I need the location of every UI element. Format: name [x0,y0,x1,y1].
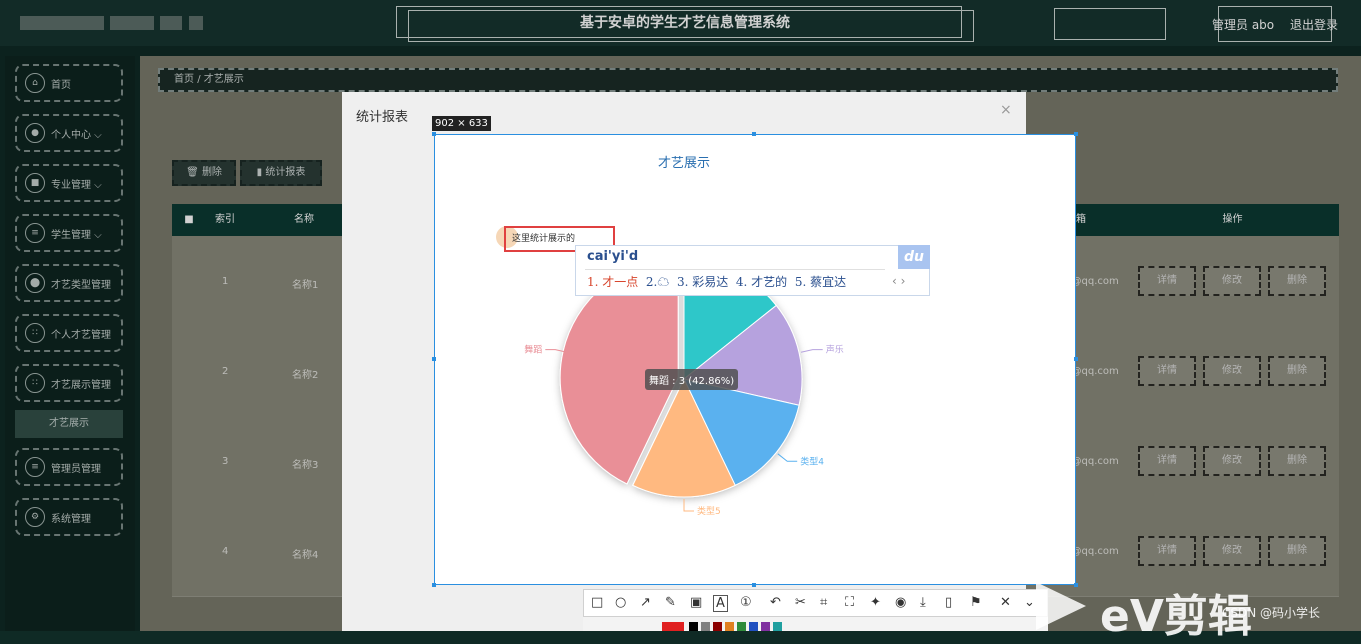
undo-icon[interactable]: ↶ [770,595,781,610]
csdn-watermark: CSDN @码小学长 [1222,606,1321,620]
close-icon[interactable]: ✕ [1000,595,1011,610]
ime-composition: cai'yi'd [587,249,639,264]
pie-label-line [683,499,694,512]
pin-tool-icon[interactable]: ✦ [870,595,881,610]
pie-label: 声乐 [826,344,844,356]
ime-candidate[interactable]: 1. 才一点 [587,275,638,289]
chart-tooltip: 舞蹈 : 3 (42.86%) [645,369,739,390]
ime-logo: du [898,245,930,269]
scan-icon[interactable]: ⛶ [845,595,854,610]
color-swatch[interactable] [749,622,758,631]
arrow-tool-icon[interactable]: ↗ [640,595,651,610]
ime-divider [585,269,885,270]
pie-label-line [800,349,823,353]
download-icon[interactable]: ⤓ [920,595,926,610]
record-icon[interactable]: ◉ [895,595,906,610]
color-swatch[interactable] [761,622,770,631]
ime-candidates: 1. 才一点 2.☁ 3. 彩易达 4. 才艺的 5. 蔡宜达 [587,273,846,290]
capture-size-label: 902 × 633 [432,116,491,131]
ocr-icon[interactable]: ⌗ [820,595,827,610]
mosaic-tool-icon[interactable]: ▣ [690,595,702,610]
color-swatch[interactable] [713,622,722,631]
color-swatch[interactable] [701,622,710,631]
ime-candidate[interactable]: 2.☁ [646,275,669,289]
color-swatch[interactable] [689,622,698,631]
phone-icon[interactable]: ▯ [945,595,952,610]
bookmark-icon[interactable]: ⚑ [970,595,982,610]
color-swatch[interactable] [773,622,782,631]
pie-chart: 声乐类型4 类型5 舞蹈 [524,259,844,517]
close-icon[interactable]: × [1000,102,1012,118]
ellipse-tool-icon[interactable]: ○ [615,595,626,610]
color-swatch[interactable] [737,622,746,631]
modal-title: 统计报表 [356,110,409,125]
number-tool-icon[interactable]: ① [740,595,752,610]
ime-page-nav[interactable]: ‹ › [892,274,905,288]
color-swatch-red[interactable] [662,622,684,631]
pie-label-line [777,453,798,462]
pie-label: 舞蹈 [524,345,542,356]
rectangle-tool-icon[interactable]: □ [591,595,603,610]
pie-label: 类型4 [800,455,824,467]
ime-candidate[interactable]: 4. 才艺的 [736,275,787,289]
color-palette [583,617,1048,631]
pie-label: 类型5 [697,505,721,517]
pen-tool-icon[interactable]: ✎ [665,595,676,610]
color-swatch[interactable] [725,622,734,631]
ime-candidate[interactable]: 5. 蔡宜达 [795,275,846,289]
text-tool-icon[interactable]: A [713,595,728,612]
ime-candidate[interactable]: 3. 彩易达 [677,275,728,289]
crop-icon[interactable]: ✂ [795,595,806,610]
